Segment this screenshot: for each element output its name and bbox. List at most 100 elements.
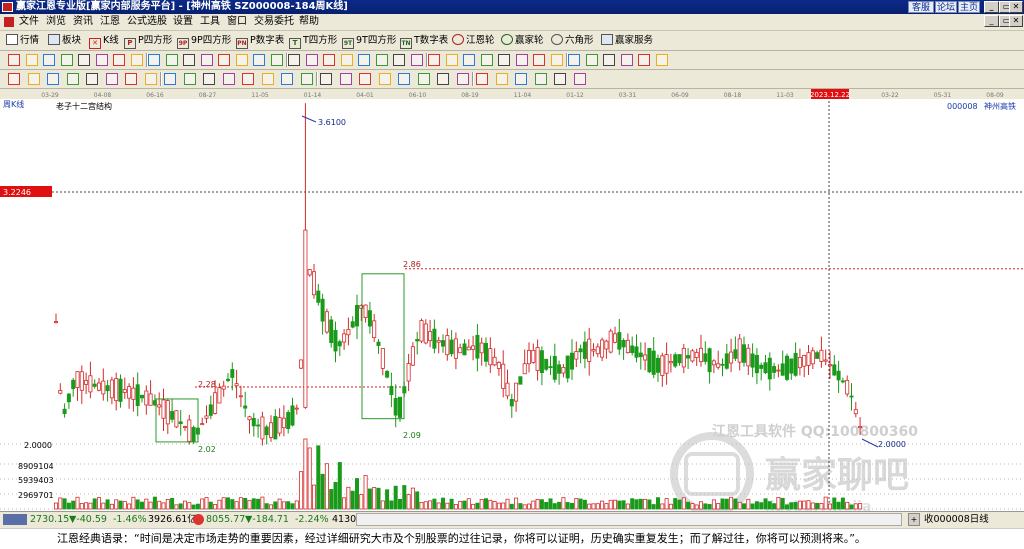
menu-settings[interactable]: 设置: [173, 15, 193, 29]
toolbar3-tool-9-icon[interactable]: [164, 73, 176, 85]
toolbar3-tool-6-icon[interactable]: [105, 73, 118, 85]
sh-index[interactable]: 2730.15: [30, 512, 69, 527]
toolbar2-tool-31-icon[interactable]: [533, 54, 545, 66]
toolbar2-tool-14-icon[interactable]: [235, 54, 248, 66]
toolbar2-tool-7-icon[interactable]: [113, 54, 125, 66]
toolbar2-tool-12-icon[interactable]: [200, 54, 213, 66]
toolbar2-tool-6-icon[interactable]: [95, 54, 108, 66]
toolbar3-tool-2-icon[interactable]: [27, 73, 40, 85]
toolbar2-tool-22-icon[interactable]: [375, 54, 388, 66]
toolbar3-tool-24-icon[interactable]: [456, 73, 469, 85]
toolbar2-tool-33-icon[interactable]: [568, 54, 580, 66]
hexagon-button[interactable]: 六角形: [551, 33, 594, 48]
t-square-button[interactable]: T T四方形: [289, 33, 337, 49]
toolbar3-tool-28-icon[interactable]: [534, 73, 547, 85]
toolbar2-tool-36-icon[interactable]: [620, 54, 633, 66]
toolbar2-tool-25-icon[interactable]: [428, 54, 440, 66]
kline-button[interactable]: ✕ K线: [89, 33, 119, 49]
toolbar2-tool-8-icon[interactable]: [130, 54, 143, 66]
service-link[interactable]: 客服: [908, 1, 934, 13]
menu-browse[interactable]: 浏览: [46, 15, 66, 29]
toolbar2-tool-9-icon[interactable]: [148, 54, 160, 66]
toolbar2-tool-35-icon[interactable]: [603, 54, 615, 66]
toolbar2-tool-5-icon[interactable]: [78, 54, 90, 66]
9t-square-button[interactable]: 9T 9T四方形: [342, 33, 396, 49]
quotes-button[interactable]: 行情: [6, 33, 39, 48]
toolbar2-tool-10-icon[interactable]: [165, 54, 178, 66]
sectors-button[interactable]: 板块: [48, 33, 81, 48]
zoom-in-icon[interactable]: +: [908, 513, 920, 526]
toolbar3-tool-27-icon[interactable]: [515, 73, 527, 85]
toolbar3-tool-7-icon[interactable]: [125, 73, 137, 85]
minimize-icon[interactable]: _: [984, 1, 999, 13]
menu-trade[interactable]: 交易委托: [254, 15, 294, 29]
toolbar2-tool-27-icon[interactable]: [463, 54, 475, 66]
toolbar3-tool-26-icon[interactable]: [495, 73, 508, 85]
toolbar3-tool-21-icon[interactable]: [398, 73, 410, 85]
toolbar3-tool-1-icon[interactable]: [8, 73, 20, 85]
toolbar2-tool-28-icon[interactable]: [480, 54, 493, 66]
toolbar3-tool-29-icon[interactable]: [554, 73, 566, 85]
menu-gann[interactable]: 江恩: [100, 15, 120, 29]
menu-file[interactable]: 文件: [19, 15, 39, 29]
child-minimize-icon[interactable]: _: [984, 15, 999, 27]
toolbar3-tool-15-icon[interactable]: [281, 73, 293, 85]
toolbar3-tool-14-icon[interactable]: [261, 73, 274, 85]
toolbar3-tool-11-icon[interactable]: [203, 73, 215, 85]
toolbar2-tool-18-icon[interactable]: [305, 54, 318, 66]
toolbar2-tool-1-icon[interactable]: [8, 54, 20, 66]
toolbar2-tool-2-icon[interactable]: [25, 54, 38, 66]
toolbar2-tool-3-icon[interactable]: [43, 54, 55, 66]
toolbar2-tool-17-icon[interactable]: [288, 54, 300, 66]
toolbar2-tool-13-icon[interactable]: [218, 54, 230, 66]
toolbar3-tool-10-icon[interactable]: [183, 73, 196, 85]
toolbar2-tool-21-icon[interactable]: [358, 54, 370, 66]
toolbar2-tool-26-icon[interactable]: [445, 54, 458, 66]
t-table-button[interactable]: TN T数字表: [400, 33, 448, 49]
menu-window[interactable]: 窗口: [227, 15, 247, 29]
p-table-button[interactable]: PN P数字表: [236, 33, 284, 49]
toolbar2-tool-29-icon[interactable]: [498, 54, 510, 66]
chart-panel[interactable]: 03-29 04-08 06-16 08-27 11-05 01-14 04-01 06-10…: [0, 89, 1024, 516]
toolbar2-tool-24-icon[interactable]: [410, 54, 423, 66]
toolbar3-tool-25-icon[interactable]: [476, 73, 488, 85]
menu-tools[interactable]: 工具: [200, 15, 220, 29]
toolbar3-tool-22-icon[interactable]: [417, 73, 430, 85]
toolbar3-tool-20-icon[interactable]: [378, 73, 391, 85]
toolbar3-tool-16-icon[interactable]: [300, 73, 313, 85]
toolbar3-tool-8-icon[interactable]: [144, 73, 157, 85]
close-icon[interactable]: ✕: [1009, 1, 1023, 13]
menu-help[interactable]: 帮助: [299, 15, 319, 29]
toolbar3-tool-3-icon[interactable]: [47, 73, 59, 85]
forum-link[interactable]: 论坛: [935, 1, 957, 13]
menu-formula[interactable]: 公式选股: [127, 15, 167, 29]
toolbar3-tool-12-icon[interactable]: [222, 73, 235, 85]
toolbar2-tool-15-icon[interactable]: [253, 54, 265, 66]
toolbar3-tool-19-icon[interactable]: [359, 73, 371, 85]
toolbar3-tool-5-icon[interactable]: [86, 73, 98, 85]
toolbar2-tool-16-icon[interactable]: [270, 54, 283, 66]
service-button[interactable]: 赢家服务: [601, 33, 653, 48]
winner-wheel-button[interactable]: 赢家轮: [501, 33, 544, 48]
toolbar3-tool-13-icon[interactable]: [242, 73, 254, 85]
toolbar2-tool-34-icon[interactable]: [585, 54, 598, 66]
toolbar2-tool-37-icon[interactable]: [638, 54, 650, 66]
9p-square-button[interactable]: 9P 9P四方形: [177, 33, 231, 49]
kline-chart[interactable]: 03-29 04-08 06-16 08-27 11-05 01-14 04-01 06-10…: [0, 89, 1024, 516]
toolbar2-tool-23-icon[interactable]: [393, 54, 405, 66]
toolbar2-tool-20-icon[interactable]: [340, 54, 353, 66]
toolbar3-tool-23-icon[interactable]: [437, 73, 449, 85]
p-square-button[interactable]: P P四方形: [124, 33, 172, 49]
toolbar2-tool-4-icon[interactable]: [60, 54, 73, 66]
horizontal-scrollbar[interactable]: [356, 513, 902, 526]
toolbar2-tool-32-icon[interactable]: [550, 54, 563, 66]
keyboard-icon[interactable]: [3, 514, 27, 525]
toolbar2-tool-38-icon[interactable]: [655, 54, 668, 66]
toolbar3-tool-4-icon[interactable]: [66, 73, 79, 85]
toolbar2-tool-30-icon[interactable]: [515, 54, 528, 66]
toolbar2-tool-11-icon[interactable]: [183, 54, 195, 66]
menu-info[interactable]: 资讯: [73, 15, 93, 29]
home-link[interactable]: 主页: [958, 1, 980, 13]
toolbar2-tool-19-icon[interactable]: [323, 54, 335, 66]
gann-wheel-button[interactable]: 江恩轮: [452, 33, 495, 48]
